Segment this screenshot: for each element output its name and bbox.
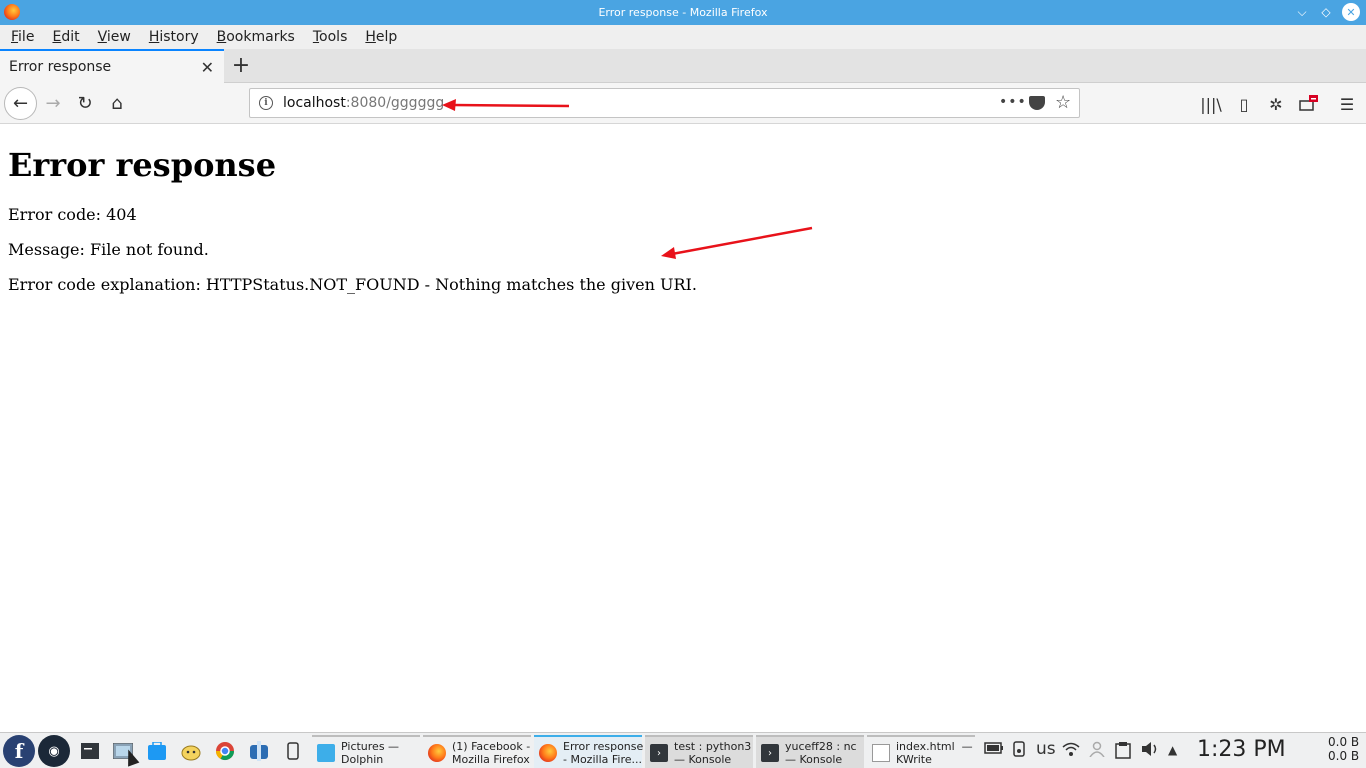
task-firefox-error[interactable]: Error response - Mozilla Fire... xyxy=(534,735,643,768)
annotation-arrow-url xyxy=(442,99,570,111)
network-speed: 0.0 B 0.0 B xyxy=(1328,735,1360,763)
task-firefox-facebook[interactable]: (1) Facebook - Mozilla Firefox xyxy=(423,735,531,768)
phone-connect-icon[interactable] xyxy=(279,737,307,765)
open-menu-icon[interactable]: ☰ xyxy=(1336,93,1358,115)
bookmark-star-icon[interactable]: ☆ xyxy=(1055,92,1071,113)
error-explanation-text: Error code explanation: HTTPStatus.NOT_F… xyxy=(8,275,697,294)
taskbar: f ◉ Pictures — Dolphin (1) Facebook - Mozi… xyxy=(0,732,1366,768)
pocket-icon[interactable] xyxy=(1029,96,1045,110)
clock[interactable]: 1:23 PM xyxy=(1197,737,1286,762)
terminal-launcher-icon[interactable] xyxy=(76,737,104,765)
reload-button[interactable]: ↻ xyxy=(71,89,99,117)
forward-button[interactable]: → xyxy=(39,89,67,117)
terminal-icon: › xyxy=(650,744,668,762)
task-konsole-nc[interactable]: › yuceff28 : nc — Konsole xyxy=(756,735,864,768)
firefox-icon xyxy=(4,4,20,20)
maximize-button[interactable]: ◇ xyxy=(1318,4,1334,20)
terminal-icon: › xyxy=(761,744,779,762)
menu-bar: File Edit View History Bookmarks Tools H… xyxy=(0,25,1366,49)
task-kwrite[interactable]: index.html — KWrite xyxy=(867,735,975,768)
tab-strip: Error response ✕ + xyxy=(0,49,1366,83)
menu-history[interactable]: History xyxy=(142,29,210,45)
network-tool-icon[interactable] xyxy=(245,737,273,765)
wifi-icon[interactable] xyxy=(1061,741,1081,761)
url-bar[interactable]: i localhost:8080/gggggg ••• ☆ xyxy=(249,88,1080,118)
close-tab-icon[interactable]: ✕ xyxy=(201,58,214,77)
minimize-button[interactable]: ⌵ xyxy=(1294,4,1310,20)
task-konsole-python[interactable]: › test : python3— Konsole xyxy=(645,735,753,768)
window-titlebar: Error response - Mozilla Firefox ⌵ ◇ ✕ xyxy=(0,0,1366,25)
volume-icon[interactable] xyxy=(1141,741,1159,761)
menu-tools[interactable]: Tools xyxy=(306,29,359,45)
mascot-app-icon[interactable] xyxy=(177,737,205,765)
page-heading: Error response xyxy=(8,146,277,184)
page-actions-icon[interactable]: ••• xyxy=(999,94,1027,110)
sidebar-icon[interactable]: ▯ xyxy=(1233,93,1255,115)
new-tab-button[interactable]: + xyxy=(229,53,253,78)
url-text[interactable]: localhost:8080/gggggg xyxy=(283,95,444,111)
folder-icon xyxy=(317,744,335,762)
fedora-menu-icon[interactable]: f xyxy=(3,735,35,767)
tray-expand-icon[interactable]: ▲ xyxy=(1168,743,1177,757)
menu-bookmarks[interactable]: Bookmarks xyxy=(210,29,306,45)
library-icon[interactable]: |||\ xyxy=(1200,93,1222,115)
device-icon[interactable] xyxy=(1013,741,1025,761)
keyboard-layout[interactable]: us xyxy=(1036,739,1056,759)
menu-view[interactable]: View xyxy=(91,29,142,45)
steam-icon[interactable]: ◉ xyxy=(38,735,70,767)
software-center-icon[interactable] xyxy=(143,737,171,765)
error-message-text: Message: File not found. xyxy=(8,240,209,259)
extension-badge-icon[interactable] xyxy=(1298,93,1320,115)
back-button[interactable]: ← xyxy=(4,87,37,120)
page-content: Error response Error code: 404 Message: … xyxy=(0,124,1366,732)
firefox-icon xyxy=(539,744,557,762)
firefox-icon xyxy=(428,744,446,762)
error-code-text: Error code: 404 xyxy=(8,205,137,224)
menu-edit[interactable]: Edit xyxy=(45,29,90,45)
menu-help[interactable]: Help xyxy=(358,29,408,45)
close-window-button[interactable]: ✕ xyxy=(1342,3,1360,21)
menu-file[interactable]: File xyxy=(4,29,45,45)
annotation-arrow-message xyxy=(661,226,813,259)
site-info-icon[interactable]: i xyxy=(259,96,273,110)
task-dolphin[interactable]: Pictures — Dolphin xyxy=(312,735,420,768)
window-controls: ⌵ ◇ ✕ xyxy=(1294,3,1360,21)
tab-error-response[interactable]: Error response ✕ xyxy=(0,49,224,83)
battery-icon[interactable] xyxy=(984,741,1004,759)
window-title: Error response - Mozilla Firefox xyxy=(598,6,768,19)
extension-icon[interactable]: ✲ xyxy=(1265,93,1287,115)
clipboard-icon[interactable] xyxy=(1115,741,1131,763)
chrome-icon[interactable] xyxy=(211,737,239,765)
document-icon xyxy=(872,744,890,762)
tab-label: Error response xyxy=(9,59,112,75)
home-button[interactable]: ⌂ xyxy=(103,89,131,117)
navigation-toolbar: ← → ↻ ⌂ i localhost:8080/gggggg ••• ☆ ||… xyxy=(0,83,1366,124)
user-icon[interactable] xyxy=(1089,741,1105,761)
